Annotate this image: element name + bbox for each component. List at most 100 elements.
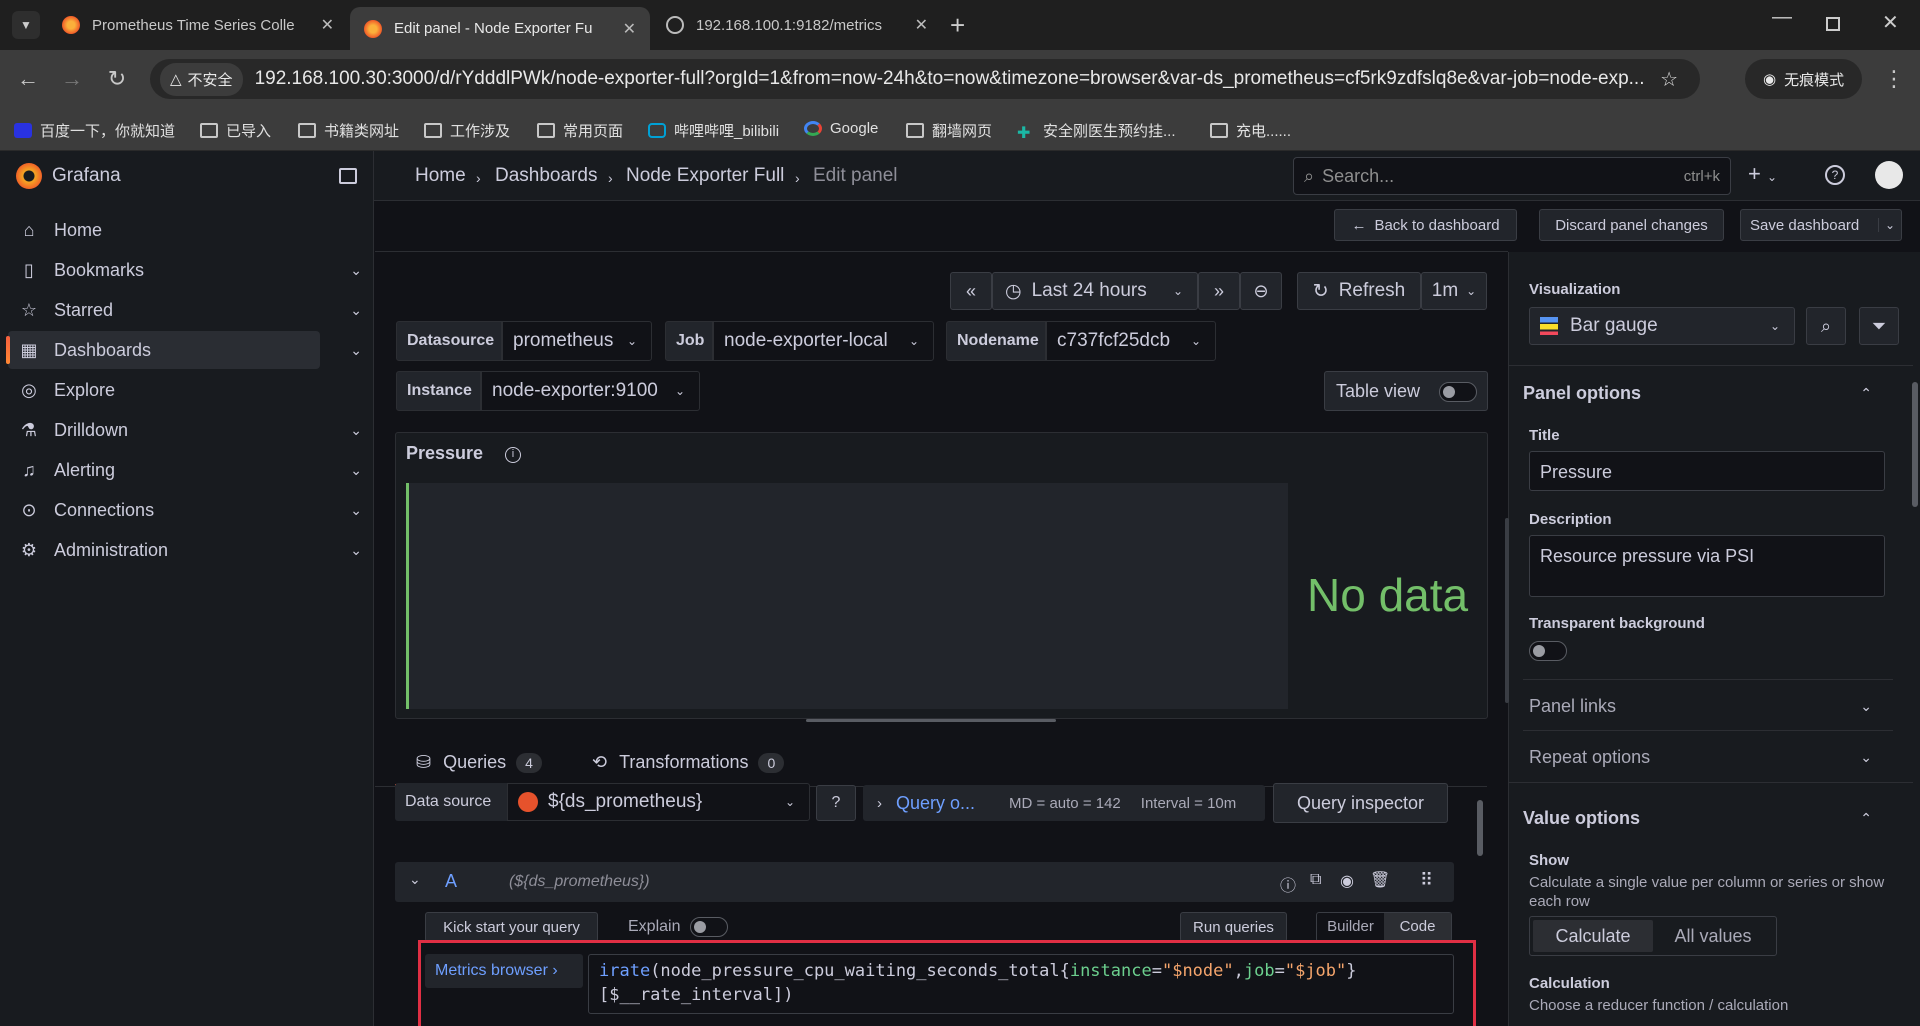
job-var-select[interactable]: node-exporter-local ⌄ [713, 321, 934, 361]
breadcrumb-dashboards[interactable]: Dashboards [495, 165, 597, 187]
bookmark-folder-vpn[interactable]: 翻墙网页 [906, 120, 992, 141]
refresh-button[interactable]: ↻ Refresh [1297, 272, 1421, 310]
editor-splitter[interactable] [1505, 518, 1509, 703]
drag-handle-icon[interactable]: ⠿ [1420, 870, 1433, 891]
options-scrollbar[interactable] [1912, 382, 1918, 507]
visualization-picker[interactable]: Bar gauge ⌄ [1529, 307, 1795, 345]
bookmark-folder-books[interactable]: 书籍类网址 [298, 120, 399, 141]
close-window-icon[interactable]: ✕ [1882, 10, 1899, 35]
nav-starred[interactable]: ☆ Starred ⌄ [8, 291, 362, 329]
datasource-var-select[interactable]: prometheus ⌄ [502, 321, 652, 361]
nav-alerting[interactable]: ♫ Alerting ⌄ [8, 451, 362, 489]
reload-icon[interactable]: ↻ [103, 65, 131, 93]
nav-bookmarks[interactable]: ▯ Bookmarks ⌄ [8, 251, 362, 289]
bookmark-bilibili[interactable]: 哔哩哔哩_bilibili [648, 120, 779, 141]
all-values-option[interactable]: All values [1653, 920, 1773, 952]
bookmark-star-icon[interactable]: ☆ [1660, 67, 1678, 92]
tab-search-button[interactable]: ▼ [12, 11, 40, 39]
nav-connections[interactable]: ⊙ Connections ⌄ [8, 491, 362, 529]
browser-tab-metrics[interactable]: 192.168.100.1:9182/metrics ✕ [652, 7, 942, 43]
bookmark-folder-imported[interactable]: 已导入 [200, 120, 271, 141]
url-bar[interactable]: △ 不安全 192.168.100.30:3000/d/rYdddlPWk/nod… [150, 59, 1700, 99]
query-ref-id[interactable]: A [445, 871, 457, 892]
avatar[interactable] [1875, 161, 1903, 189]
close-icon[interactable]: ✕ [915, 15, 928, 35]
bookmark-google[interactable]: Google [804, 120, 878, 137]
chevron-down-icon[interactable]: ⌄ [350, 462, 362, 479]
description-textarea[interactable]: Resource pressure via PSI [1529, 535, 1885, 597]
table-view-switch[interactable] [1439, 382, 1477, 402]
calculate-option[interactable]: Calculate [1533, 920, 1653, 952]
search-input[interactable]: ⌕ Search... ctrl+k [1293, 157, 1731, 195]
chevron-down-icon[interactable]: ⌄ [350, 302, 362, 319]
minimize-icon[interactable]: — [1772, 6, 1792, 29]
time-range-picker[interactable]: ◷ Last 24 hours ⌄ [992, 272, 1198, 310]
info-icon[interactable]: i [505, 447, 521, 463]
help-icon[interactable]: ? [1825, 165, 1845, 185]
chevron-down-icon[interactable]: ⌄ [1877, 218, 1895, 232]
chevron-down-icon[interactable]: ⌄ [350, 502, 362, 519]
browser-tab-prometheus[interactable]: Prometheus Time Series Colle ✕ [48, 7, 348, 43]
chevron-up-icon[interactable]: ⌃ [1860, 385, 1872, 402]
menu-kebab-icon[interactable]: ⋮ [1880, 65, 1908, 93]
forward-arrow-icon[interactable]: → [58, 65, 86, 93]
bookmark-baidu[interactable]: 百度一下，你就知道 [14, 120, 175, 141]
search-options-button[interactable]: ⌕ [1806, 307, 1846, 345]
chevron-down-icon[interactable]: ⌄ [1860, 749, 1872, 766]
title-input[interactable]: Pressure [1529, 451, 1885, 491]
add-icon[interactable]: + ⌄ [1748, 161, 1777, 187]
duplicate-icon[interactable]: ⧉ [1310, 871, 1321, 889]
query-row-a-header[interactable]: ⌄ A (${ds_prometheus}) ⓘ ⧉ ◉ 🗑 ⠿ [395, 862, 1454, 902]
zoom-out-button[interactable]: ⊖ [1240, 272, 1282, 310]
query-inspector-button[interactable]: Query inspector [1273, 783, 1448, 823]
chevron-down-icon[interactable]: ⌄ [1860, 698, 1872, 715]
help-icon[interactable]: ⓘ [1280, 872, 1296, 896]
bookmark-hospital[interactable]: ✚ 安全刚医生预约挂... [1017, 120, 1176, 142]
panel-links-header[interactable]: Panel links [1529, 696, 1616, 717]
grafana-logo-icon[interactable] [16, 163, 42, 189]
code-mode-button[interactable]: Code [1384, 913, 1451, 941]
back-arrow-icon[interactable]: ← [14, 65, 42, 93]
query-scrollbar[interactable] [1477, 800, 1483, 856]
query-options-bar[interactable]: › Query o... MD = auto = 142 Interval = … [863, 785, 1265, 821]
dock-menu-icon[interactable] [339, 168, 357, 184]
time-shift-forward-button[interactable]: » [1198, 272, 1240, 310]
time-shift-back-button[interactable]: « [950, 272, 992, 310]
chevron-down-icon[interactable]: ⌄ [350, 542, 362, 559]
tab-transformations[interactable]: ⟲ Transformations 0 [592, 752, 785, 773]
panel-options-header[interactable]: Panel options [1523, 383, 1641, 404]
bookmark-folder-common[interactable]: 常用页面 [537, 120, 623, 141]
bookmark-folder-charge[interactable]: 充电...... [1210, 120, 1291, 141]
save-dashboard-button[interactable]: Save dashboard ⌄ [1740, 209, 1902, 241]
nav-home[interactable]: ⌂ Home [8, 211, 320, 249]
nav-drilldown[interactable]: ⚗ Drilldown ⌄ [8, 411, 362, 449]
query-datasource-select[interactable]: ${ds_prometheus} ⌄ [507, 783, 810, 821]
refresh-interval-picker[interactable]: 1m ⌄ [1421, 272, 1487, 310]
bookmark-folder-work[interactable]: 工作涉及 [424, 120, 510, 141]
nav-dashboards[interactable]: ▦ Dashboards ⌄ [6, 331, 362, 369]
restore-icon[interactable] [1826, 17, 1840, 31]
chevron-down-icon[interactable]: ⌄ [350, 262, 362, 279]
transparent-background-switch[interactable] [1529, 641, 1567, 661]
tab-queries[interactable]: ⛁ Queries 4 [416, 752, 542, 773]
nav-administration[interactable]: ⚙ Administration ⌄ [8, 531, 362, 569]
new-tab-icon[interactable]: + [950, 10, 965, 41]
instance-var-select[interactable]: node-exporter:9100 ⌄ [481, 371, 700, 411]
nodename-var-select[interactable]: c737fcf25dcb ⌄ [1046, 321, 1216, 361]
repeat-options-header[interactable]: Repeat options [1529, 747, 1650, 768]
chevron-up-icon[interactable]: ⌃ [1860, 810, 1872, 827]
close-icon[interactable]: ✕ [321, 15, 334, 35]
breadcrumb-home[interactable]: Home [415, 165, 466, 187]
chevron-down-icon[interactable]: ⌄ [350, 422, 362, 439]
brand-name[interactable]: Grafana [52, 165, 121, 187]
nav-explore[interactable]: ◎ Explore [8, 371, 320, 409]
back-to-dashboard-button[interactable]: ← Back to dashboard [1334, 209, 1517, 241]
panel-resize-handle[interactable] [806, 719, 1056, 722]
table-view-toggle[interactable]: Table view [1324, 371, 1488, 411]
query-expression-editor[interactable]: irate(node_pressure_cpu_waiting_seconds_… [588, 954, 1454, 1014]
filter-options-button[interactable]: ⏷ [1859, 307, 1899, 345]
eye-icon[interactable]: ◉ [1340, 871, 1354, 891]
incognito-badge[interactable]: ◉ 无痕模式 [1745, 59, 1863, 99]
close-icon[interactable]: ✕ [623, 19, 636, 39]
discard-panel-changes-button[interactable]: Discard panel changes [1539, 209, 1724, 241]
